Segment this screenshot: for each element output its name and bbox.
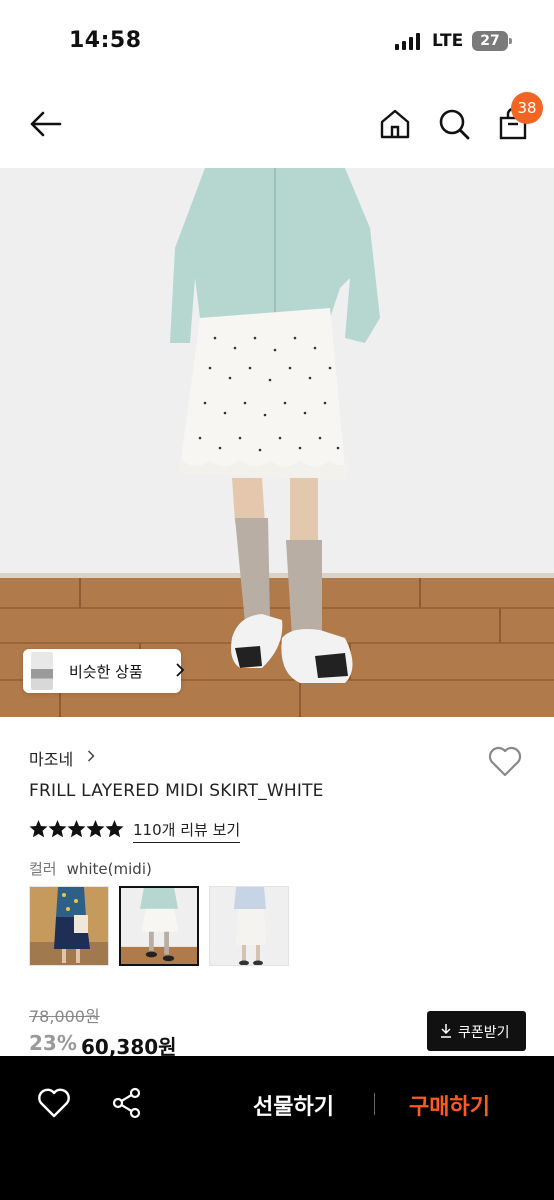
discount-rate: 23% [29, 1031, 77, 1055]
top-nav: 38 [0, 80, 554, 168]
color-option-thumbnail[interactable] [209, 886, 289, 966]
battery-tip [509, 38, 512, 44]
coupon-button[interactable]: 쿠폰받기 [427, 1011, 526, 1051]
star-icon [67, 820, 86, 838]
star-icon [105, 820, 124, 838]
back-arrow-icon[interactable] [26, 104, 66, 144]
similar-products-button[interactable]: 비슷한 상품 [23, 649, 185, 693]
buy-button[interactable]: 구매하기 [409, 1089, 490, 1121]
similar-products-label: 비슷한 상품 [69, 663, 143, 681]
download-icon [441, 1024, 451, 1038]
option-photo [210, 887, 288, 965]
option-photo [121, 888, 197, 964]
color-label: 컬러 [29, 860, 57, 878]
heart-icon[interactable] [37, 1087, 71, 1119]
product-image[interactable]: 비슷한 상품 [0, 168, 554, 717]
original-price: 78,000원 [29, 1007, 100, 1026]
color-option-row: 컬러 white(midi) [29, 858, 152, 879]
star-icon [86, 820, 105, 838]
chevron-right-icon [87, 750, 95, 762]
network-type: LTE [432, 31, 464, 51]
wishlist-heart-icon[interactable] [487, 744, 523, 778]
color-value: white(midi) [66, 860, 152, 878]
color-option-thumbnail-selected[interactable] [119, 886, 199, 966]
brand-link[interactable]: 마조네 [29, 746, 95, 770]
option-photo [30, 887, 108, 965]
gift-button[interactable]: 선물하기 [253, 1089, 334, 1121]
signal-icon [395, 33, 421, 50]
star-icon [48, 820, 67, 838]
review-link[interactable]: 110개 리뷰 보기 [133, 819, 241, 843]
bottom-action-bar: 선물하기 구매하기 [0, 1056, 554, 1200]
similar-products-thumbnail [31, 652, 53, 690]
product-photo [0, 168, 554, 717]
cart-count-badge: 38 [511, 92, 543, 124]
status-time: 14:58 [69, 28, 142, 53]
coupon-label: 쿠폰받기 [458, 1025, 510, 1041]
brand-name: 마조네 [29, 750, 74, 769]
status-bar: 14:58 LTE 27 [0, 0, 554, 80]
product-title: FRILL LAYERED MIDI SKIRT_WHITE [29, 781, 324, 801]
search-icon[interactable] [436, 106, 472, 142]
home-icon[interactable] [377, 106, 413, 142]
share-icon[interactable] [111, 1087, 143, 1119]
battery-icon: 27 [472, 31, 508, 51]
color-option-thumbnail[interactable] [29, 886, 109, 966]
chevron-right-icon [176, 663, 185, 677]
star-icon [29, 820, 48, 838]
divider [374, 1093, 375, 1115]
